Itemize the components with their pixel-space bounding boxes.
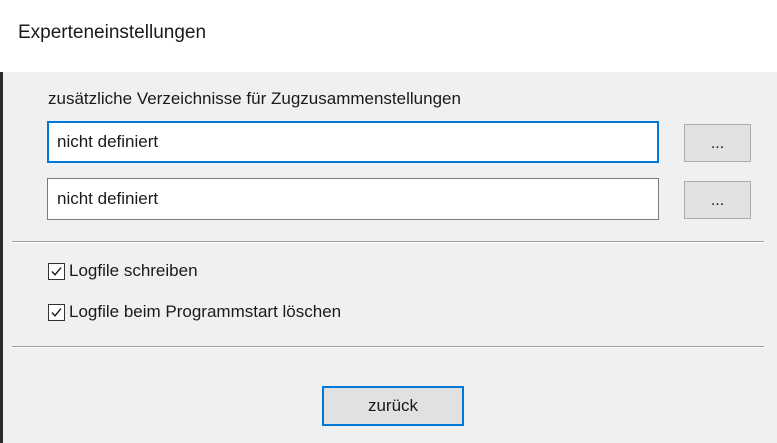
delete-logfile-option[interactable]: Logfile beim Programmstart löschen [48, 301, 341, 323]
browse-button-2[interactable]: ... [684, 181, 751, 219]
delete-logfile-label: Logfile beim Programmstart löschen [69, 302, 342, 321]
browse-button-1[interactable]: ... [684, 124, 751, 162]
write-logfile-option[interactable]: Logfile schreiben [48, 260, 198, 282]
directory-input-1[interactable] [47, 121, 659, 163]
directory-input-2[interactable] [47, 178, 659, 220]
window-edge [0, 72, 3, 443]
write-logfile-label: Logfile schreiben [69, 261, 198, 280]
write-logfile-checkbox[interactable] [48, 262, 65, 280]
directories-label: zusätzliche Verzeichnisse für Zugzusamme… [48, 89, 461, 108]
checkmark-icon [51, 266, 62, 276]
expert-settings-dialog: Experteneinstellungen zusätzliche Verzei… [0, 0, 777, 443]
title-bar: Experteneinstellungen [0, 0, 777, 72]
window-title: Experteneinstellungen [18, 22, 207, 43]
checkmark-icon [51, 307, 62, 317]
back-button[interactable]: zurück [322, 386, 464, 426]
separator-bottom [12, 346, 764, 348]
separator-top [12, 241, 764, 243]
delete-logfile-checkbox[interactable] [48, 303, 65, 321]
